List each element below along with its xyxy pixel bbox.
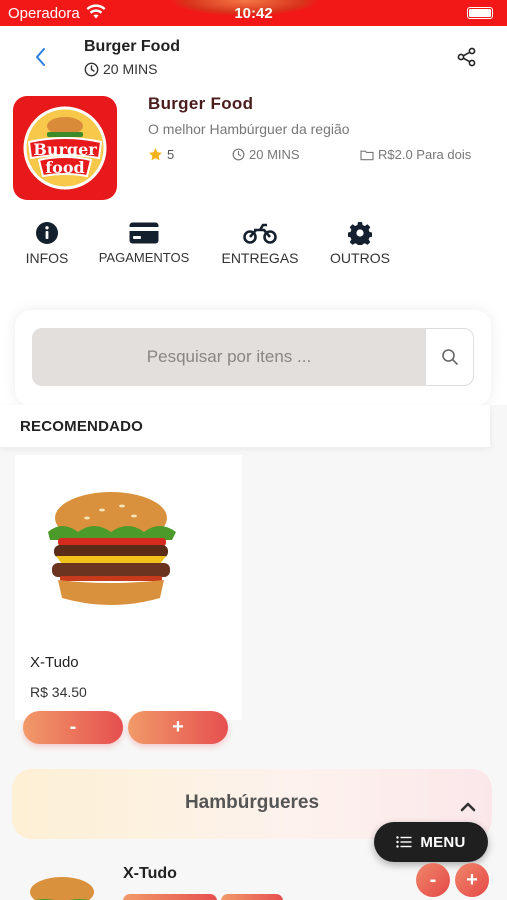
- product-price: R$ 34.50: [30, 684, 87, 700]
- store-name: Burger Food: [148, 94, 254, 113]
- clock: 10:42: [234, 5, 273, 22]
- header-title: Burger Food: [84, 38, 180, 55]
- search-icon: [441, 349, 458, 365]
- store-price-info: R$2.0 Para dois: [360, 147, 471, 162]
- gear-icon: [348, 222, 372, 245]
- category-title: Hambúrgueres: [184, 792, 320, 813]
- chevron-left-icon: [36, 48, 45, 66]
- header-time: 20 MINS: [84, 61, 157, 77]
- back-button[interactable]: [30, 46, 52, 68]
- search-input[interactable]: [32, 328, 426, 386]
- motorcycle-icon: [243, 223, 277, 244]
- store-logo: Burger food: [13, 96, 117, 200]
- store-rating: 5: [148, 147, 174, 162]
- store-description: O melhor Hambúrguer da região: [148, 121, 350, 137]
- store-delivery-time: 20 MINS: [232, 147, 300, 162]
- tab-infos[interactable]: INFOS: [22, 220, 72, 266]
- recommended-title: RECOMENDADO: [20, 418, 144, 435]
- top-header: Burger Food 20 MINS: [0, 26, 507, 88]
- product-name: X-Tudo: [30, 654, 79, 671]
- tab-entregas-label: ENTREGAS: [221, 250, 299, 266]
- decrease-quantity-button[interactable]: -: [23, 711, 123, 744]
- list-increase-button[interactable]: +: [455, 863, 489, 897]
- tab-pagamentos-label: PAGAMENTOS: [98, 250, 190, 265]
- credit-card-icon: [129, 222, 159, 244]
- share-icon: [457, 47, 476, 67]
- menu-button[interactable]: MENU: [374, 822, 488, 862]
- tab-pagamentos[interactable]: PAGAMENTOS: [95, 220, 193, 265]
- share-button[interactable]: [456, 46, 478, 68]
- list-item-burger-image: [24, 872, 100, 900]
- delivery-time-label: 20 MINS: [249, 147, 300, 162]
- burger-image: [42, 490, 180, 610]
- price-info-label: R$2.0 Para dois: [378, 147, 472, 162]
- rating-value: 5: [167, 147, 175, 162]
- clock-icon: [232, 148, 245, 161]
- chevron-up-icon[interactable]: [460, 800, 476, 812]
- info-icon: [36, 222, 58, 244]
- status-bar: Operadora 10:42: [0, 0, 507, 26]
- list-item-name: X-Tudo: [123, 865, 177, 882]
- clock-icon: [84, 62, 99, 76]
- increase-quantity-button[interactable]: +: [128, 711, 228, 744]
- tab-outros[interactable]: OUTROS: [326, 220, 394, 266]
- list-item-buttons-peek: [123, 894, 285, 900]
- menu-button-label: MENU: [420, 833, 466, 851]
- tab-outros-label: OUTROS: [330, 250, 390, 266]
- folder-icon: [360, 150, 374, 160]
- star-icon: [149, 148, 162, 161]
- list-icon: [396, 836, 412, 848]
- search-button[interactable]: [425, 328, 474, 386]
- tab-entregas[interactable]: ENTREGAS: [218, 220, 302, 266]
- tab-infos-label: INFOS: [25, 250, 69, 266]
- header-time-label: 20 MINS: [103, 61, 158, 77]
- logo-text-bottom: food: [45, 158, 84, 177]
- battery-icon: [467, 7, 493, 19]
- list-decrease-button[interactable]: -: [416, 863, 450, 897]
